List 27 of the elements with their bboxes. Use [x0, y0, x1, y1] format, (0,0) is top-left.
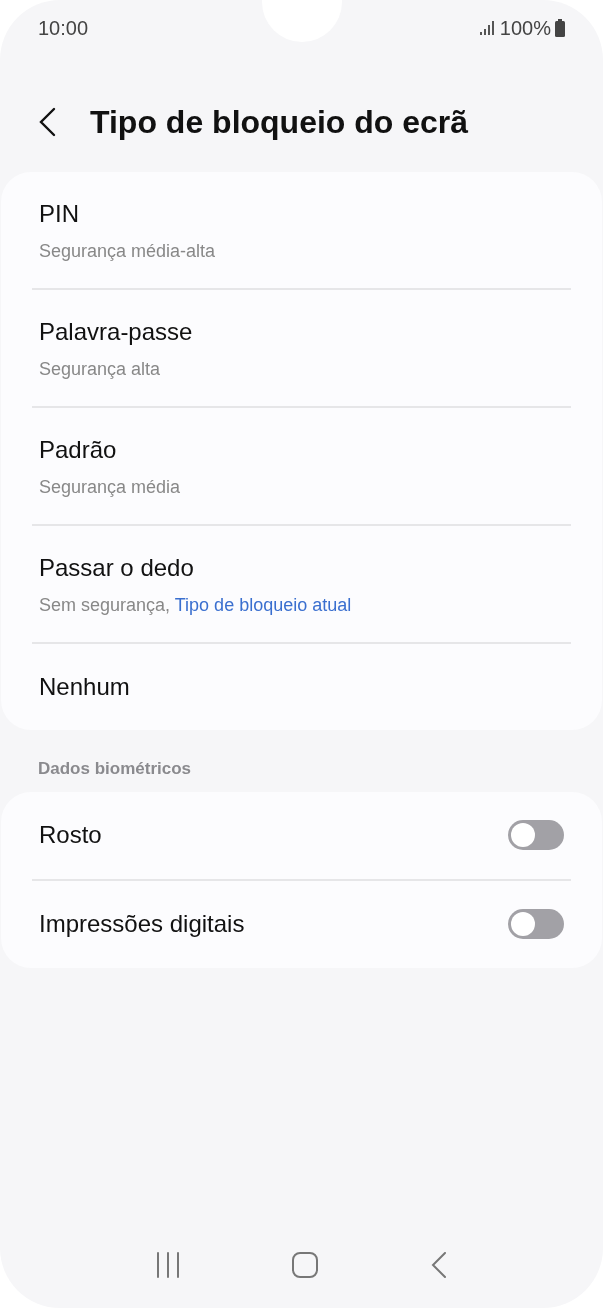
item-title: PIN: [39, 198, 80, 229]
battery-percent: 100%: [499, 16, 551, 41]
item-title: Passar o dedo: [39, 552, 195, 583]
status-time: 10:00: [38, 16, 89, 41]
item-title: Impressões digitais: [39, 909, 245, 939]
lock-type-item[interactable]: Passar o dedo Sem segurança, Tipo de bloqueio atual: [1, 526, 602, 642]
item-subtitle: Segurança média: [39, 475, 182, 499]
lock-type-item[interactable]: Padrão Segurança média: [1, 408, 602, 524]
item-title: Rosto: [39, 820, 102, 850]
item-subtitle: Segurança alta: [39, 357, 162, 381]
item-subtitle: Segurança média-alta: [39, 239, 217, 263]
signal-icon: [479, 21, 496, 35]
biometric-item[interactable]: Rosto: [1, 791, 602, 879]
battery-icon: [555, 19, 565, 37]
page-title: Tipo de bloqueio do ecrã: [90, 103, 469, 142]
lock-type-item[interactable]: PIN Segurança média-alta: [1, 172, 602, 288]
lock-type-item[interactable]: Palavra-passe Segurança alta: [1, 290, 602, 406]
item-title: Nenhum: [39, 672, 131, 702]
toggle-switch[interactable]: [508, 909, 564, 939]
item-subtitle: Sem segurança, Tipo de bloqueio atual: [39, 593, 353, 617]
biometric-item[interactable]: Impressões digitais: [1, 880, 602, 968]
toggle-switch[interactable]: [508, 820, 564, 850]
item-title: Padrão: [39, 434, 118, 465]
lock-type-item[interactable]: Nenhum: [1, 644, 602, 730]
current-type-link[interactable]: Tipo de bloqueio atual: [174, 594, 352, 615]
section-heading: Dados biométricos: [37, 758, 193, 780]
item-title: Palavra-passe: [39, 316, 194, 347]
